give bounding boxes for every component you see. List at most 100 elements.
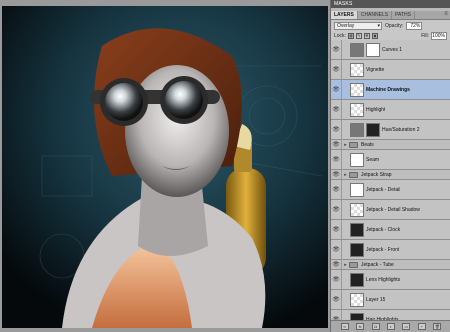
visibility-eye-icon[interactable]: 👁: [331, 150, 342, 169]
visibility-eye-icon[interactable]: 👁: [331, 140, 342, 149]
visibility-eye-icon[interactable]: 👁: [331, 290, 342, 309]
visibility-eye-icon[interactable]: 👁: [331, 180, 342, 199]
layer-name: Highlight: [366, 106, 386, 113]
link-slot: [342, 120, 350, 139]
visibility-eye-icon[interactable]: 👁: [331, 170, 342, 179]
visibility-eye-icon[interactable]: 👁: [331, 60, 342, 79]
panel-menu-icon[interactable]: ≡: [442, 11, 450, 19]
layer-name: Jetpack - Tube: [361, 261, 394, 268]
tab-channels[interactable]: CHANNELS: [358, 11, 393, 19]
layer-row[interactable]: 👁 Machine Drawings: [331, 80, 450, 100]
layer-mask-thumbnail[interactable]: [366, 42, 380, 57]
layer-name: Jetpack - Detail Shadow: [366, 206, 420, 213]
layer-name: Jetpack - Front: [366, 246, 400, 253]
layer-group-row[interactable]: 👁 ▸ Jetpack Strap: [331, 170, 450, 180]
layer-name: Jetpack - Clock: [366, 226, 401, 233]
layer-row[interactable]: 👁 Lens Highlights: [331, 270, 450, 290]
folder-icon: [349, 141, 358, 148]
blend-row: Overlay ▾ Opacity: 72%: [331, 20, 450, 31]
layer-row[interactable]: 👁 Jetpack - Detail Shadow: [331, 200, 450, 220]
adjustment-icon[interactable]: ◐: [386, 323, 395, 330]
link-slot: [342, 150, 350, 169]
layer-thumbnail: [350, 62, 364, 77]
lock-transparency-icon[interactable]: ▦: [347, 32, 354, 39]
panel-footer: ∞ fx ◘ ◐ ▭ + 🗑: [331, 320, 450, 332]
fx-icon[interactable]: fx: [356, 323, 365, 330]
expand-triangle-icon[interactable]: ▸: [342, 172, 349, 178]
link-icon[interactable]: ∞: [340, 323, 349, 330]
layer-row[interactable]: 👁 Highlight: [331, 100, 450, 120]
layer-name: Hue/Saturation 2: [382, 126, 420, 133]
layer-row[interactable]: 👁 Vignette: [331, 60, 450, 80]
lock-label: Lock:: [334, 32, 346, 39]
layer-name: Seam: [366, 156, 380, 163]
layer-thumbnail: [350, 202, 364, 217]
visibility-eye-icon[interactable]: 👁: [331, 80, 342, 99]
link-slot: [342, 60, 350, 79]
blend-mode-select[interactable]: Overlay ▾: [334, 21, 382, 30]
visibility-eye-icon[interactable]: 👁: [331, 200, 342, 219]
layer-group-row[interactable]: 👁 ▸ Jetpack - Tube: [331, 260, 450, 270]
visibility-eye-icon[interactable]: 👁: [331, 270, 342, 289]
link-slot: [342, 220, 350, 239]
opacity-label: Opacity:: [385, 22, 404, 29]
visibility-eye-icon[interactable]: 👁: [331, 240, 342, 259]
layer-group-row[interactable]: 👁 ▸ Beats: [331, 140, 450, 150]
visibility-eye-icon[interactable]: 👁: [331, 120, 342, 139]
layer-thumbnail: [350, 152, 364, 167]
layer-name: Lens Highlights: [366, 276, 401, 283]
layer-thumbnail: [350, 182, 364, 197]
layer-thumbnail: [350, 292, 364, 307]
document-canvas[interactable]: [2, 6, 328, 328]
masks-tab[interactable]: MASKS: [334, 1, 353, 7]
layer-row[interactable]: 👁 Jetpack - Clock: [331, 220, 450, 240]
layer-thumbnail: [350, 272, 364, 287]
visibility-eye-icon[interactable]: 👁: [331, 220, 342, 239]
layer-thumbnail: [350, 222, 364, 237]
layer-name: Curves 1: [382, 46, 403, 53]
layer-row[interactable]: 👁 Layer 15: [331, 290, 450, 310]
layer-name: Layer 15: [366, 296, 386, 303]
chevron-down-icon: ▾: [377, 22, 380, 29]
layer-thumbnail: [350, 102, 364, 117]
panel-title-bar[interactable]: MASKS: [331, 0, 450, 8]
lock-position-icon[interactable]: ✥: [363, 32, 370, 39]
link-slot: [342, 80, 350, 99]
layer-name: Jetpack Strap: [361, 171, 392, 178]
visibility-eye-icon[interactable]: 👁: [331, 100, 342, 119]
trash-icon[interactable]: 🗑: [433, 323, 442, 330]
layer-row[interactable]: 👁 Curves 1: [331, 40, 450, 60]
layers-panel: MASKS LAYERS CHANNELS PATHS ≡ Overlay ▾ …: [330, 0, 450, 332]
visibility-eye-icon[interactable]: 👁: [331, 40, 342, 59]
lock-image-icon[interactable]: ✎: [355, 32, 362, 39]
mask-icon[interactable]: ◘: [371, 323, 380, 330]
lock-all-icon[interactable]: ▣: [371, 32, 378, 39]
layer-thumbnail: [350, 242, 364, 257]
steampunk-portrait-artwork: [2, 6, 328, 328]
layer-row[interactable]: 👁 Jetpack - Front: [331, 240, 450, 260]
layer-name: Vignette: [366, 66, 385, 73]
layer-row[interactable]: 👁 Hue/Saturation 2: [331, 120, 450, 140]
photoshop-window: MASKS LAYERS CHANNELS PATHS ≡ Overlay ▾ …: [0, 0, 450, 332]
layer-thumbnail: [350, 122, 364, 137]
layer-row[interactable]: 👁 Seam: [331, 150, 450, 170]
fill-label: Fill:: [421, 32, 429, 39]
folder-icon[interactable]: ▭: [402, 323, 411, 330]
expand-triangle-icon[interactable]: ▸: [342, 262, 349, 268]
layers-list: 👁 Curves 1 👁 Vignette 👁 Machine Drawings 👁 High…: [331, 40, 450, 330]
fill-field[interactable]: 100%: [431, 31, 447, 40]
new-layer-icon[interactable]: +: [417, 323, 426, 330]
folder-icon: [349, 171, 358, 178]
visibility-eye-icon[interactable]: 👁: [331, 260, 342, 269]
layer-row[interactable]: 👁 Jetpack - Detail: [331, 180, 450, 200]
expand-triangle-icon[interactable]: ▸: [342, 142, 349, 148]
layer-mask-thumbnail[interactable]: [366, 122, 380, 137]
opacity-field[interactable]: 72%: [406, 21, 423, 30]
link-slot: [342, 270, 350, 289]
tab-layers[interactable]: LAYERS: [331, 11, 358, 19]
layer-name: Beats: [361, 141, 374, 148]
link-slot: [342, 40, 350, 59]
panel-tabs: LAYERS CHANNELS PATHS ≡: [331, 11, 450, 20]
layer-thumbnail: [350, 42, 364, 57]
tab-paths[interactable]: PATHS: [392, 11, 415, 19]
